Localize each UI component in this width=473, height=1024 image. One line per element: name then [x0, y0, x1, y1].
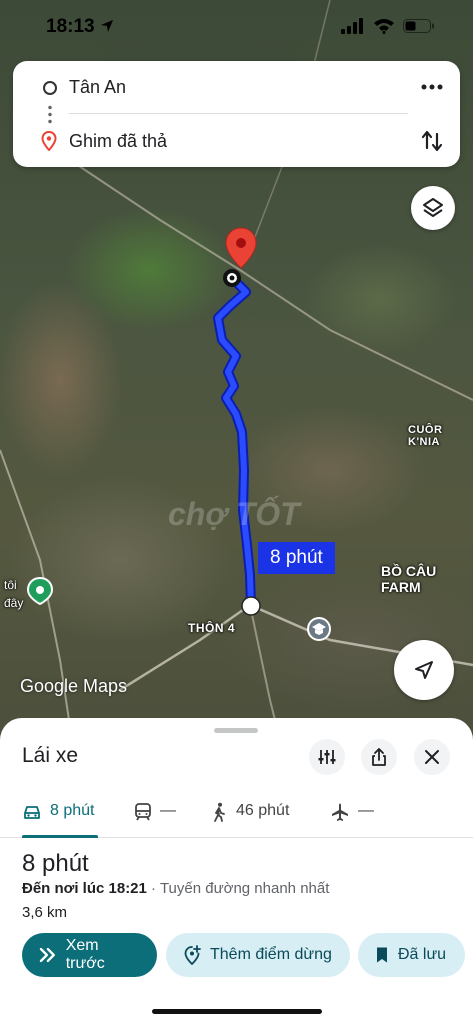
route-note: Tuyến đường nhanh nhất — [159, 880, 330, 897]
arrival-info: Đến nơi lúc 18:21 · Tuyến đường nhanh nh… — [22, 880, 330, 897]
map-label-cuor: CUÔR K'NIA — [408, 424, 443, 448]
swap-vert-icon — [421, 130, 443, 152]
route-options-button[interactable] — [309, 739, 345, 775]
map-label-toi: tôi đây — [4, 578, 24, 610]
origin-circle-icon — [43, 81, 57, 95]
walk-icon — [214, 802, 225, 822]
double-chevron-icon — [39, 947, 55, 963]
origin-field[interactable]: Tân An — [69, 77, 126, 98]
arrival-time: Đến nơi lúc 18:21 — [22, 880, 147, 897]
active-tab-indicator — [22, 835, 98, 838]
sheet-grabber[interactable] — [214, 728, 258, 733]
directions-card: Tân An Ghim đã thả — [13, 61, 460, 167]
watermark: chợ TỐT — [168, 496, 300, 532]
status-bar: 18:13 — [0, 0, 473, 56]
close-button[interactable] — [414, 739, 450, 775]
wifi-icon — [374, 19, 394, 34]
card-divider — [69, 113, 408, 114]
flight-icon — [332, 803, 348, 821]
share-icon — [372, 748, 386, 766]
trip-distance: 3,6 km — [22, 904, 68, 921]
my-location-button[interactable] — [394, 640, 454, 700]
status-time: 18:13 — [46, 16, 114, 38]
google-maps-logo: Google Maps — [20, 676, 128, 696]
swap-button[interactable] — [418, 127, 446, 155]
preview-button[interactable]: Xem trước — [22, 933, 157, 977]
tune-icon — [318, 750, 336, 764]
route-dots-icon — [48, 104, 52, 124]
close-icon — [425, 750, 439, 764]
map-label-thon4: THÔN 4 — [188, 621, 236, 635]
add-location-icon — [184, 945, 201, 965]
sheet-title: Lái xe — [22, 744, 79, 767]
layers-button[interactable] — [411, 186, 455, 230]
tab-flights[interactable]: — — [330, 796, 374, 838]
tab-transit[interactable]: — — [134, 796, 176, 838]
signal-icon — [341, 18, 363, 34]
map-label-bocau: BỒ CÂU FARM — [381, 563, 437, 595]
car-icon — [24, 806, 40, 819]
poi-marker-icon[interactable] — [26, 577, 54, 605]
navigation-arrow-icon — [415, 661, 433, 679]
layers-icon — [423, 198, 443, 217]
more-horiz-icon — [421, 84, 443, 90]
home-indicator[interactable] — [152, 1009, 322, 1014]
saved-button[interactable]: Đã lưu — [358, 933, 465, 977]
bookmark-icon — [377, 947, 387, 963]
add-stop-button[interactable]: Thêm điểm dừng — [166, 933, 350, 977]
route-origin-marker — [241, 596, 261, 616]
travel-mode-tabs: 8 phút — 46 phút — — [0, 796, 473, 838]
destination-pin-icon — [41, 131, 57, 151]
location-arrow-icon — [100, 20, 113, 32]
destination-field[interactable]: Ghim đã thả — [69, 131, 167, 152]
transit-icon — [135, 803, 151, 821]
battery-icon — [403, 19, 434, 33]
trip-duration: 8 phút — [22, 850, 89, 877]
more-options-button[interactable] — [418, 75, 446, 99]
school-icon[interactable] — [305, 615, 333, 643]
route-duration-label[interactable]: 8 phút — [258, 542, 335, 574]
status-icons — [341, 18, 435, 34]
dropped-pin-icon — [225, 227, 257, 269]
directions-sheet: Lái xe 8 phút — 46 phút — 8 phút Đến nơi… — [0, 718, 473, 1024]
tab-driving[interactable]: 8 phút — [22, 796, 94, 838]
tab-walking[interactable]: 46 phút — [210, 796, 289, 838]
share-button[interactable] — [361, 739, 397, 775]
